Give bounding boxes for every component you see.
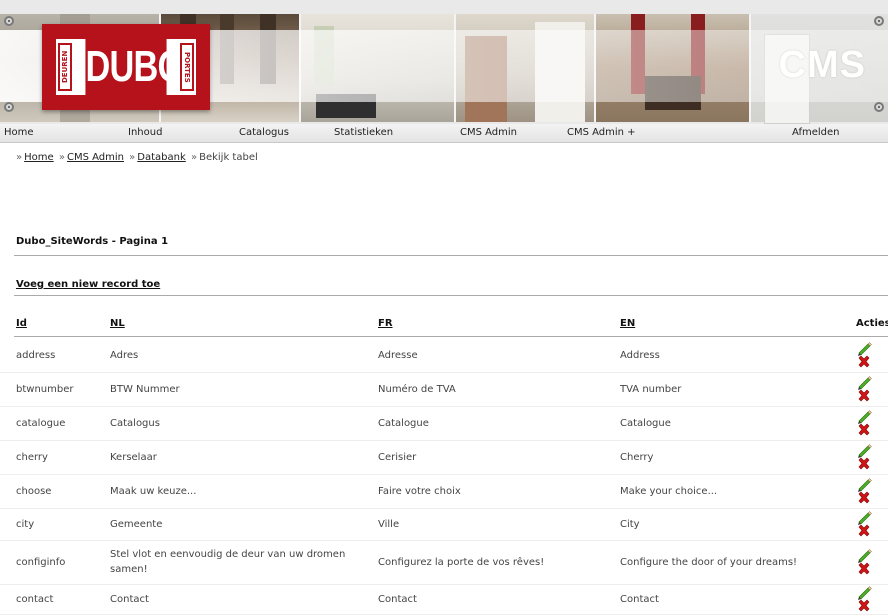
main-nav: Home Inhoud Catalogus Statistieken CMS A…	[0, 124, 888, 143]
breadcrumb-cms-admin[interactable]: CMS Admin	[67, 152, 124, 163]
cell-nl: Maak uw keuze...	[110, 486, 197, 497]
table-row: catalogue Catalogus Catalogue Catalogue	[0, 406, 888, 441]
table-row: cherry Kerselaar Cerisier Cherry	[0, 440, 888, 475]
breadcrumb-home[interactable]: Home	[24, 152, 54, 163]
table-row: configinfo Stel vlot en eenvoudig de deur…	[0, 540, 888, 585]
column-header-id[interactable]: Id	[16, 318, 27, 329]
column-header-acties: Acties	[856, 318, 888, 329]
cell-nl: Stel vlot en eenvoudig de deur van uw dr…	[110, 549, 346, 575]
cell-en: Address	[620, 350, 660, 361]
breadcrumb: » Home » CMS Admin » Databank » Bekijk tabel	[16, 152, 258, 163]
cell-fr: Configurez la porte de vos rêves!	[378, 557, 545, 568]
logo-right-text: PORTES	[180, 43, 194, 91]
cell-id: contact	[16, 594, 54, 605]
logo-wordmark: DUBO	[85, 39, 184, 95]
divider	[14, 255, 888, 256]
breadcrumb-databank[interactable]: Databank	[137, 152, 185, 163]
cell-id: cherry	[16, 452, 48, 463]
table-row: city Gemeente Ville City	[0, 508, 888, 541]
cell-id: city	[16, 519, 35, 530]
cell-en: Configure the door of your dreams!	[620, 557, 798, 568]
delete-x-icon[interactable]	[857, 599, 871, 616]
nav-item-afmelden[interactable]: Afmelden	[792, 127, 840, 138]
cell-fr: Cerisier	[378, 452, 417, 463]
cms-title: CMS	[778, 44, 866, 86]
cell-fr: Catalogue	[378, 418, 429, 429]
cell-id: choose	[16, 486, 52, 497]
cell-en: Catalogue	[620, 418, 671, 429]
nav-item-inhoud[interactable]: Inhoud	[128, 127, 162, 138]
cell-fr: Faire votre choix	[378, 486, 461, 497]
column-header-fr[interactable]: FR	[378, 318, 393, 329]
row-actions	[854, 547, 874, 577]
row-actions	[854, 408, 874, 438]
delete-x-icon[interactable]	[857, 355, 871, 372]
bolt-icon	[874, 102, 884, 112]
add-record-link[interactable]: Voeg een niew record toe	[16, 279, 160, 290]
cell-id: address	[16, 350, 56, 361]
row-actions	[854, 340, 874, 370]
bolt-icon	[4, 16, 14, 26]
header-banner: DEUREN DUBO PORTES CMS	[0, 0, 888, 124]
cell-en: Make your choice...	[620, 486, 718, 497]
cell-fr: Ville	[378, 519, 400, 530]
delete-x-icon[interactable]	[857, 423, 871, 440]
bolt-icon	[874, 16, 884, 26]
cell-fr: Numéro de TVA	[378, 384, 456, 395]
nav-item-catalogus[interactable]: Catalogus	[239, 127, 289, 138]
nav-item-cms-admin-plus[interactable]: CMS Admin +	[567, 127, 636, 138]
delete-x-icon[interactable]	[857, 491, 871, 508]
column-header-nl[interactable]: NL	[110, 318, 125, 329]
cell-en: City	[620, 519, 640, 530]
delete-x-icon[interactable]	[857, 389, 871, 406]
cell-nl: Gemeente	[110, 519, 163, 530]
table-row: address Adres Adresse Address	[0, 338, 888, 373]
cell-nl: Catalogus	[110, 418, 160, 429]
breadcrumb-current: Bekijk tabel	[199, 152, 258, 163]
logo-left-text: DEUREN	[58, 43, 72, 91]
table-header: Id NL FR EN Acties	[0, 318, 888, 334]
cell-id: btwnumber	[16, 384, 74, 395]
row-actions	[854, 509, 874, 539]
cell-nl: BTW Nummer	[110, 384, 180, 395]
delete-x-icon[interactable]	[857, 524, 871, 541]
cell-nl: Kerselaar	[110, 452, 157, 463]
cell-fr: Contact	[378, 594, 417, 605]
table-row: choose Maak uw keuze... Faire votre choix M…	[0, 474, 888, 509]
delete-x-icon[interactable]	[857, 562, 871, 579]
table-row: btwnumber BTW Nummer Numéro de TVA TVA numb…	[0, 372, 888, 407]
row-actions	[854, 584, 874, 614]
delete-x-icon[interactable]	[857, 457, 871, 474]
cell-en: TVA number	[620, 384, 682, 395]
cell-nl: Adres	[110, 350, 139, 361]
row-actions	[854, 442, 874, 472]
nav-item-cms-admin[interactable]: CMS Admin	[460, 127, 517, 138]
nav-item-home[interactable]: Home	[4, 127, 34, 138]
nav-item-statistieken[interactable]: Statistieken	[334, 127, 393, 138]
column-header-en[interactable]: EN	[620, 318, 635, 329]
cell-id: configinfo	[16, 557, 66, 568]
table-row: contact Contact Contact Contact	[0, 584, 888, 615]
bolt-icon	[4, 102, 14, 112]
cell-id: catalogue	[16, 418, 66, 429]
divider	[14, 295, 888, 296]
cell-nl: Contact	[110, 594, 149, 605]
cell-en: Contact	[620, 594, 659, 605]
divider	[14, 336, 888, 337]
cell-en: Cherry	[620, 452, 654, 463]
row-actions	[854, 374, 874, 404]
cell-fr: Adresse	[378, 350, 418, 361]
dubo-logo: DEUREN DUBO PORTES	[42, 24, 210, 110]
row-actions	[854, 476, 874, 506]
page-title: Dubo_SiteWords - Pagina 1	[16, 236, 169, 247]
